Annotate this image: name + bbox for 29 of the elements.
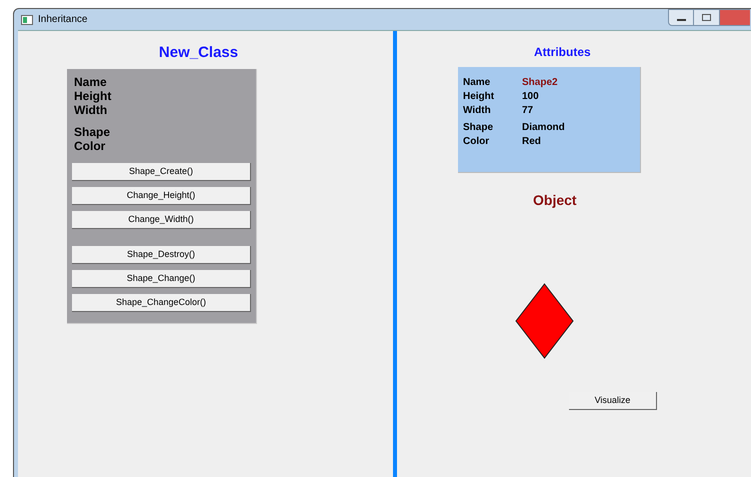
attribute-value: Diamond [522, 120, 565, 134]
attributes-title: Attributes [534, 44, 591, 61]
method-button[interactable]: Shape_Create() [72, 162, 251, 180]
attribute-value: 100 [522, 90, 539, 104]
field-label: Name [73, 74, 108, 88]
field-label: Width [73, 102, 108, 116]
attribute-label: Shape [463, 120, 494, 134]
window-title: Inheritance [38, 13, 88, 27]
minimize-button[interactable] [668, 9, 694, 26]
method-button[interactable]: Shape_ChangeColor() [72, 294, 251, 312]
field-label: Color [73, 138, 106, 152]
method-button[interactable]: Shape_Change() [72, 270, 251, 288]
app-icon [21, 14, 33, 24]
attribute-label: Width [463, 104, 492, 118]
method-button[interactable]: Shape_Destroy() [72, 246, 251, 264]
attribute-label: Name [463, 76, 492, 90]
field-label: Shape [73, 124, 112, 138]
method-button[interactable]: Change_Height() [72, 186, 251, 204]
attribute-label: Height [463, 90, 496, 104]
attribute-value: 77 [522, 104, 534, 118]
attribute-label: Color [463, 134, 490, 148]
object-title: Object [533, 191, 577, 210]
field-label: Height [73, 88, 112, 102]
class-title: New_Class [158, 43, 238, 63]
visualize-button[interactable]: Visualize [569, 392, 657, 410]
attribute-value: Red [522, 134, 541, 148]
method-button[interactable]: Change_Width() [72, 210, 251, 228]
attribute-value: Shape2 [522, 76, 558, 90]
maximize-button[interactable] [694, 9, 720, 26]
